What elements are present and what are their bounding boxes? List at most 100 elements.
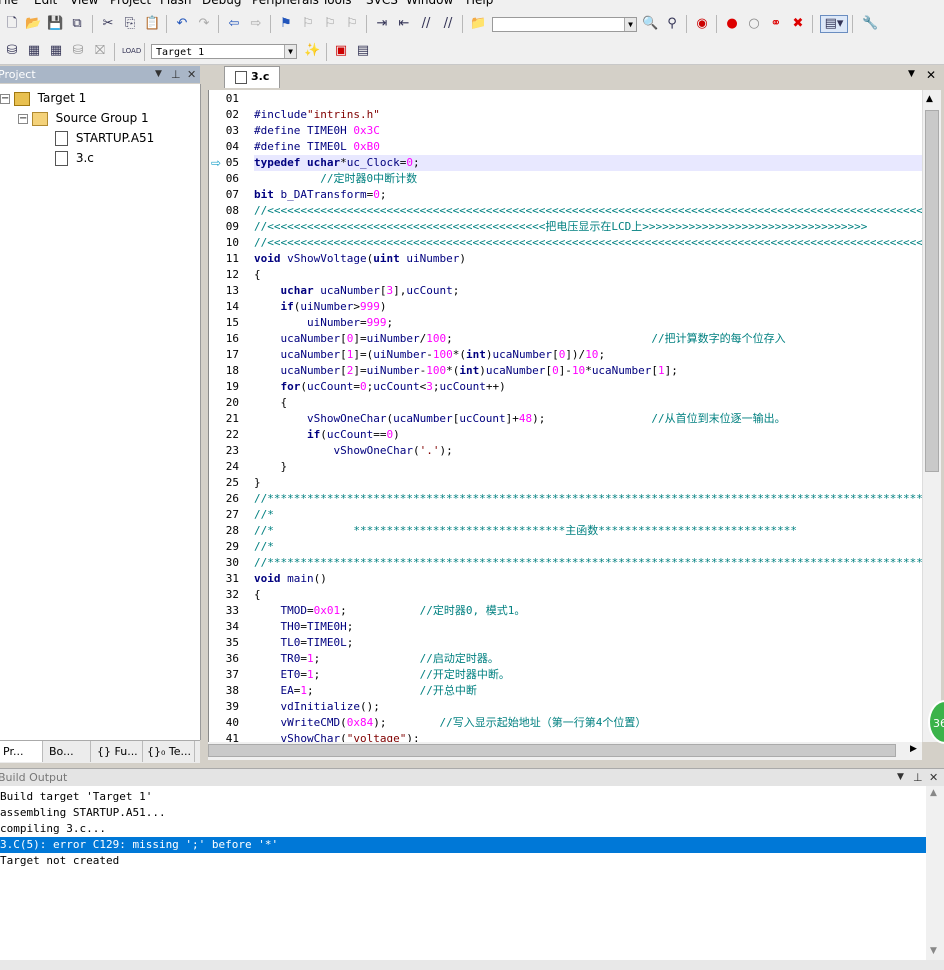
code-line[interactable]: TL0=TIME0L; — [254, 635, 353, 651]
kill-breakpoints-icon[interactable]: ✖ — [790, 16, 806, 32]
incremental-find-icon[interactable]: ⚲ — [664, 16, 680, 32]
code-line[interactable]: uiNumber=999; — [254, 315, 393, 331]
code-line[interactable]: for(ucCount=0;ucCount<3;ucCount++) — [254, 379, 506, 395]
menu-item-flash[interactable]: Flash — [160, 0, 191, 7]
code-line[interactable]: #include"intrins.h" — [254, 107, 380, 123]
menu-item-peripherals[interactable]: Peripherals — [252, 0, 319, 7]
tab-project[interactable]: Pr... — [0, 741, 43, 762]
code-line[interactable]: TMOD=0x01; //定时器0, 模式1。 — [254, 603, 525, 619]
nav-forward-icon[interactable]: ⇨ — [248, 16, 264, 32]
collapse-icon[interactable]: − — [18, 113, 28, 124]
panel-menu-icon[interactable]: ▼ — [897, 769, 904, 786]
code-line[interactable]: vWriteCMD(0x84); //写入显示起始地址（第一行第4个位置） — [254, 715, 646, 731]
manage-project-items-icon[interactable]: ▣ — [333, 43, 349, 59]
open-folder-icon[interactable]: 📂 — [25, 16, 41, 32]
code-line[interactable]: } — [254, 459, 288, 475]
code-line[interactable]: //* — [254, 539, 274, 555]
code-line[interactable]: //**************************************… — [254, 491, 923, 507]
code-line[interactable]: ET0=1; //开定时器中断。 — [254, 667, 509, 683]
pin-icon[interactable]: ⊥ — [171, 66, 181, 83]
scroll-thumb[interactable] — [208, 744, 896, 757]
code-line[interactable]: //* — [254, 507, 274, 523]
menu-item-debug[interactable]: Debug — [202, 0, 241, 7]
nav-back-icon[interactable]: ⇦ — [226, 16, 242, 32]
build-output-line[interactable]: assembling STARTUP.A51... — [0, 805, 926, 821]
cut-icon[interactable]: ✂ — [100, 16, 116, 32]
disable-breakpoint-icon[interactable]: ○ — [746, 16, 762, 32]
redo-icon[interactable]: ↷ — [196, 16, 212, 32]
code-line[interactable]: uchar ucaNumber[3],ucCount; — [254, 283, 460, 299]
batch-build-icon[interactable]: ⛁ — [70, 43, 86, 59]
build-output-text[interactable]: Build target 'Target 1' assembling STARTU… — [0, 786, 926, 960]
find-combo[interactable]: ▼ — [492, 17, 637, 32]
tab-templates[interactable]: {}₀ Te... — [144, 741, 195, 762]
tab-books[interactable]: Bo... — [46, 741, 91, 762]
scroll-down-icon[interactable]: ▼ — [930, 946, 937, 956]
code-line[interactable]: vShowOneChar(ucaNumber[ucCount]+48); //从… — [254, 411, 786, 427]
menu-item-edit[interactable]: Edit — [34, 0, 57, 7]
target-select[interactable]: Target 1 ▼ — [151, 44, 297, 59]
scroll-up-icon[interactable]: ▲ — [926, 94, 933, 104]
build-output-line[interactable]: 3.C(5): error C129: missing ';' before '… — [0, 837, 926, 853]
code-line[interactable]: ucaNumber[0]=uiNumber/100; //把计算数字的每个位存入 — [254, 331, 785, 347]
unindent-icon[interactable]: ⇤ — [396, 16, 412, 32]
menu-item-project[interactable]: Project — [110, 0, 151, 7]
breakpoint-icon[interactable]: ● — [724, 16, 740, 32]
menu-item-svcs[interactable]: SVCS — [366, 0, 398, 7]
code-line[interactable]: ucaNumber[1]=(uiNumber-100*(int)ucaNumbe… — [254, 347, 605, 363]
menu-item-window[interactable]: Window — [406, 0, 453, 7]
code-line[interactable]: //<<<<<<<<<<<<<<<<<<<<<<<<<<<<<<<<<<<<<<… — [254, 235, 923, 251]
paste-icon[interactable]: 📋 — [144, 16, 160, 32]
code-line[interactable]: TR0=1; //启动定时器。 — [254, 651, 498, 667]
code-line[interactable]: ucaNumber[2]=uiNumber-100*(int)ucaNumber… — [254, 363, 677, 379]
chevron-down-icon[interactable]: ▼ — [284, 45, 296, 58]
build-output-line[interactable]: Target not created — [0, 853, 926, 869]
code-line[interactable]: void vShowVoltage(uint uiNumber) — [254, 251, 466, 267]
editor-vertical-scrollbar[interactable]: ▲ — [922, 90, 941, 742]
code-line[interactable]: //* ********************************主函数*… — [254, 523, 797, 539]
pin-icon[interactable]: ⊥ — [913, 769, 923, 786]
code-line[interactable]: //定时器0中断计数 — [254, 171, 417, 187]
tab-functions[interactable]: {} Fu... — [94, 741, 143, 762]
stop-build-icon[interactable]: ⛝ — [92, 43, 108, 59]
code-line[interactable]: bit b_DATransform=0; — [254, 187, 386, 203]
scroll-right-icon[interactable]: ▶ — [910, 744, 917, 754]
code-line[interactable]: vShowOneChar('.'); — [254, 443, 452, 459]
undo-icon[interactable]: ↶ — [174, 16, 190, 32]
code-line[interactable]: //**************************************… — [254, 555, 923, 571]
build-output-line[interactable]: Build target 'Target 1' — [0, 789, 926, 805]
find-in-files-icon[interactable]: 📁 — [470, 16, 486, 32]
code-line[interactable]: { — [254, 395, 288, 411]
tab-list-icon[interactable]: ▼ — [908, 69, 915, 79]
copy-icon[interactable]: ⎘ — [122, 16, 138, 32]
new-file-icon[interactable]: 🗋 — [4, 16, 20, 32]
editor-horizontal-scrollbar[interactable]: ▶ — [208, 742, 922, 760]
close-icon[interactable]: ✕ — [929, 769, 938, 786]
rebuild-icon[interactable]: ▦ — [48, 43, 64, 59]
collapse-icon[interactable]: − — [0, 93, 10, 104]
code-line[interactable]: { — [254, 267, 261, 283]
menu-item-tools[interactable]: Tools — [322, 0, 352, 7]
tree-node-source-group[interactable]: − Source Group 1 — [18, 110, 149, 126]
indent-icon[interactable]: ⇥ — [374, 16, 390, 32]
code-editor[interactable]: 01 02 03 04 05 06 07 08 09 10 11 12 13 14 15 16 17 18 19 20… — [208, 90, 923, 742]
code-line[interactable]: typedef uchar*uc_Clock=0; — [254, 155, 923, 171]
bookmark-icon[interactable]: ⚑ — [278, 16, 294, 32]
code-line[interactable]: TH0=TIME0H; — [254, 619, 353, 635]
disable-all-breakpoints-icon[interactable]: ⚭ — [768, 16, 784, 32]
tree-node-startup[interactable]: STARTUP.A51 — [55, 130, 154, 146]
configure-tools-icon[interactable]: 🔧 — [862, 16, 878, 32]
build-output-line[interactable]: compiling 3.c... — [0, 821, 926, 837]
code-line[interactable]: //<<<<<<<<<<<<<<<<<<<<<<<<<<<<<<<<<<<<<<… — [254, 203, 923, 219]
debug-session-icon[interactable]: ◉ — [694, 16, 710, 32]
tab-3c[interactable]: 3.c — [224, 66, 280, 88]
menu-item-view[interactable]: View — [70, 0, 98, 7]
tree-node-target[interactable]: − Target 1 — [0, 90, 86, 106]
build-output-scrollbar[interactable]: ▲ ▼ — [926, 786, 944, 960]
close-icon[interactable]: ✕ — [926, 68, 936, 82]
scroll-thumb[interactable] — [925, 110, 939, 472]
translate-icon[interactable]: ⛁ — [4, 43, 20, 59]
close-icon[interactable]: ✕ — [187, 66, 196, 83]
menu-item-help[interactable]: Help — [466, 0, 493, 7]
find-icon[interactable]: 🔍 — [642, 16, 658, 32]
